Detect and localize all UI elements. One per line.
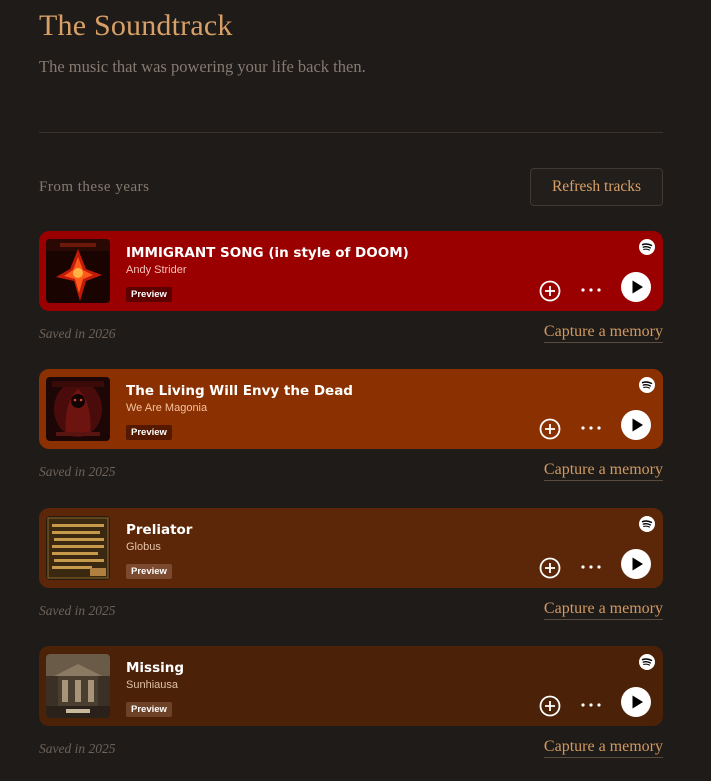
saved-year: Saved in 2025: [39, 741, 116, 756]
section-header: From these years Refresh tracks: [39, 168, 663, 206]
spotify-icon[interactable]: [639, 516, 655, 532]
capture-memory-link[interactable]: Capture a memory: [543, 461, 663, 481]
album-cover: [46, 377, 110, 441]
preview-badge: Preview: [126, 702, 172, 717]
capture-memory-link[interactable]: Capture a memory: [543, 600, 663, 620]
saved-year: Saved in 2025: [39, 464, 116, 479]
track-meta: Saved in 2025 Capture a memory: [39, 449, 663, 493]
capture-memory-link[interactable]: Capture a memory: [543, 323, 663, 343]
track-card[interactable]: The Living Will Envy the Dead We Are Mag…: [39, 369, 663, 449]
add-icon[interactable]: [539, 695, 561, 717]
preview-badge: Preview: [126, 564, 172, 579]
track-card[interactable]: Preliator Globus Preview: [39, 508, 663, 588]
track-artist[interactable]: Andy Strider: [126, 264, 187, 276]
play-icon[interactable]: [621, 687, 651, 717]
track-card[interactable]: Missing Sunhiausa Preview: [39, 646, 663, 726]
more-options-icon[interactable]: [580, 420, 602, 436]
more-options-icon[interactable]: [580, 559, 602, 575]
capture-memory-link[interactable]: Capture a memory: [543, 738, 663, 758]
section-label: From these years: [39, 178, 150, 195]
track-title: Preliator: [126, 522, 193, 538]
add-icon[interactable]: [539, 557, 561, 579]
preview-badge: Preview: [126, 287, 172, 302]
page-title: The Soundtrack: [39, 9, 233, 42]
track-title: IMMIGRANT SONG (in style of DOOM): [126, 245, 409, 261]
track-card[interactable]: IMMIGRANT SONG (in style of DOOM) Andy S…: [39, 231, 663, 311]
track-item: The Living Will Envy the Dead We Are Mag…: [39, 369, 663, 493]
spotify-icon[interactable]: [639, 654, 655, 670]
track-title: Missing: [126, 660, 185, 676]
add-icon[interactable]: [539, 280, 561, 302]
spotify-icon[interactable]: [639, 239, 655, 255]
track-artist[interactable]: We Are Magonia: [126, 402, 207, 414]
track-item: Preliator Globus Preview Saved in 2025 C…: [39, 508, 663, 632]
track-item: IMMIGRANT SONG (in style of DOOM) Andy S…: [39, 231, 663, 355]
track-artist[interactable]: Globus: [126, 541, 161, 553]
more-options-icon[interactable]: [580, 697, 602, 713]
soundtrack-page: The Soundtrack The music that was poweri…: [0, 0, 711, 781]
track-item: Missing Sunhiausa Preview Saved in 2025 …: [39, 646, 663, 770]
saved-year: Saved in 2025: [39, 603, 116, 618]
track-title: The Living Will Envy the Dead: [126, 383, 353, 399]
page-subtitle: The music that was powering your life ba…: [39, 57, 366, 76]
track-meta: Saved in 2025 Capture a memory: [39, 588, 663, 632]
preview-badge: Preview: [126, 425, 172, 440]
divider: [39, 132, 663, 133]
add-icon[interactable]: [539, 418, 561, 440]
album-cover: [46, 239, 110, 303]
refresh-tracks-button[interactable]: Refresh tracks: [530, 168, 663, 206]
track-meta: Saved in 2026 Capture a memory: [39, 311, 663, 355]
album-cover: [46, 516, 110, 580]
track-meta: Saved in 2025 Capture a memory: [39, 726, 663, 770]
more-options-icon[interactable]: [580, 282, 602, 298]
track-artist[interactable]: Sunhiausa: [126, 679, 178, 691]
play-icon[interactable]: [621, 272, 651, 302]
play-icon[interactable]: [621, 410, 651, 440]
album-cover: [46, 654, 110, 718]
play-icon[interactable]: [621, 549, 651, 579]
saved-year: Saved in 2026: [39, 326, 116, 341]
spotify-icon[interactable]: [639, 377, 655, 393]
